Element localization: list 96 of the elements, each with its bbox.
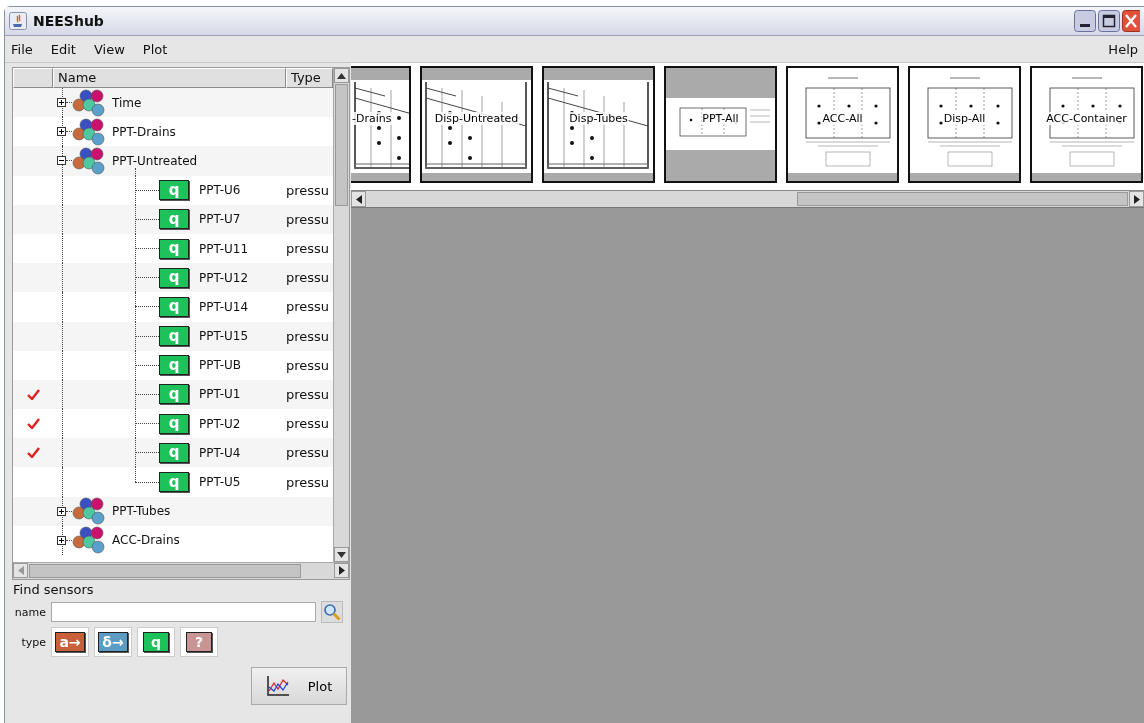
sensor-type-icon: q (159, 267, 189, 288)
tree-item[interactable]: PPT-U6 (199, 183, 241, 198)
field-label: type (20, 635, 46, 649)
sensor-type-icon: q (159, 413, 189, 434)
type-cell: pressu (286, 241, 330, 257)
column-header[interactable]: Type (286, 68, 333, 88)
plot-button[interactable]: Plot (251, 667, 347, 705)
section-title: Find sensors (13, 582, 95, 597)
column-header[interactable] (13, 68, 53, 88)
type-cell: pressu (286, 357, 330, 373)
chart-thumbnail[interactable]: Disp-Tubes (542, 66, 655, 183)
window-title: NEEShub (33, 13, 104, 29)
thumbnail-label: Disp-Untreated (433, 112, 520, 125)
tree-item[interactable]: Time (112, 95, 142, 110)
type-cell: pressu (286, 474, 330, 490)
expander-icon[interactable] (57, 506, 66, 516)
tree-item[interactable]: PPT-U12 (199, 270, 249, 285)
name-search-field[interactable] (51, 602, 316, 622)
thumbnail-label: ACC-All (821, 112, 864, 125)
sensor-type-icon: q (159, 180, 189, 201)
search-button[interactable] (321, 601, 343, 623)
type-cell: pressu (286, 386, 330, 402)
sensor-type-icon: q (159, 472, 189, 493)
minimize-button[interactable] (1074, 10, 1096, 32)
scrollbar-thumb[interactable] (797, 192, 1128, 206)
app-icon (9, 12, 27, 30)
type-cell: pressu (286, 328, 330, 344)
menu-item[interactable]: Edit (50, 41, 76, 57)
sensor-type-icon: q (159, 326, 189, 347)
sensor-type-icon: q (159, 442, 189, 463)
field-label: name (13, 605, 46, 619)
scroll-down-icon[interactable] (337, 551, 346, 558)
tree-item[interactable]: PPT-U14 (199, 299, 249, 314)
tree-item[interactable]: PPT-UB (199, 358, 242, 373)
scrollbar-thumb[interactable] (335, 84, 348, 206)
menu-item[interactable]: Plot (142, 41, 168, 57)
thumbnail-label: -Drains (351, 112, 393, 125)
menu-item[interactable]: View (93, 41, 125, 57)
chart-thumbnail[interactable]: ACC-All (786, 66, 899, 183)
tree-item[interactable]: PPT-U4 (199, 445, 241, 460)
scroll-left-icon[interactable] (355, 194, 362, 204)
close-button[interactable] (1122, 10, 1140, 32)
tree-item[interactable]: PPT-U7 (199, 212, 241, 227)
scroll-right-icon[interactable] (338, 566, 345, 575)
type-cell: pressu (286, 211, 330, 227)
type-cell: pressu (286, 416, 330, 432)
checkmark-icon[interactable] (26, 418, 40, 430)
expander-icon[interactable] (57, 156, 66, 166)
sensor-type-icon: q (159, 355, 189, 376)
type-cell: pressu (286, 299, 330, 315)
tree-item[interactable]: PPT-Drains (112, 124, 176, 139)
tree-item[interactable]: PPT-U2 (199, 416, 241, 431)
type-cell: pressu (286, 270, 330, 286)
sensor-type-icon: q (159, 384, 189, 405)
menu-item[interactable]: File (11, 41, 33, 57)
tree-item[interactable]: PPT-U5 (199, 475, 241, 490)
sensor-group-icon (72, 88, 106, 117)
sensor-group-icon (72, 526, 106, 555)
tree-item[interactable]: PPT-U1 (199, 387, 241, 402)
tree-item[interactable]: ACC-Drains (112, 533, 180, 548)
sensor-type-icon: q (143, 632, 169, 652)
expander-icon[interactable] (57, 127, 66, 137)
line-chart-icon (265, 675, 290, 697)
tree-item[interactable]: PPT-Untreated (112, 153, 198, 168)
thumbnail-label: Disp-Tubes (568, 112, 629, 125)
expander-icon[interactable] (57, 535, 66, 545)
sensor-group-icon (72, 497, 106, 526)
column-header[interactable]: Name (53, 68, 286, 88)
thumbnail-label: PPT-All (701, 112, 740, 125)
expander-icon[interactable] (57, 98, 66, 108)
scroll-up-icon[interactable] (337, 72, 346, 79)
search-icon (323, 603, 341, 621)
sensor-group-icon (72, 117, 106, 146)
chart-thumbnail[interactable]: ACC-Container (1030, 66, 1143, 183)
chart-thumbnail[interactable]: PPT-All (664, 66, 777, 183)
maximize-button[interactable] (1098, 10, 1120, 32)
sensor-type-icon: ? (186, 632, 212, 652)
sensor-type-icon: q (159, 296, 189, 317)
type-cell: pressu (286, 182, 330, 198)
scrollbar-thumb[interactable] (29, 564, 301, 578)
tree-item[interactable]: PPT-Tubes (112, 504, 171, 519)
type-cell: pressu (286, 445, 330, 461)
sensor-group-icon (72, 146, 106, 175)
thumbnail-label: Disp-All (942, 112, 987, 125)
scroll-right-icon[interactable] (1133, 194, 1140, 204)
chart-thumbnail[interactable]: Disp-Untreated (420, 66, 533, 183)
chart-thumbnail[interactable]: -Drains (351, 66, 411, 183)
sensor-type-icon: q (159, 209, 189, 230)
sensor-type-icon: q (159, 238, 189, 259)
chart-thumbnail[interactable]: Disp-All (908, 66, 1021, 183)
checkmark-icon[interactable] (26, 447, 40, 459)
checkmark-icon[interactable] (26, 388, 40, 400)
thumbnail-label: ACC-Container (1045, 112, 1128, 125)
menu-item[interactable]: Help (1108, 41, 1138, 57)
tree-item[interactable]: PPT-U11 (199, 241, 249, 256)
tree-item[interactable]: PPT-U15 (199, 329, 249, 344)
